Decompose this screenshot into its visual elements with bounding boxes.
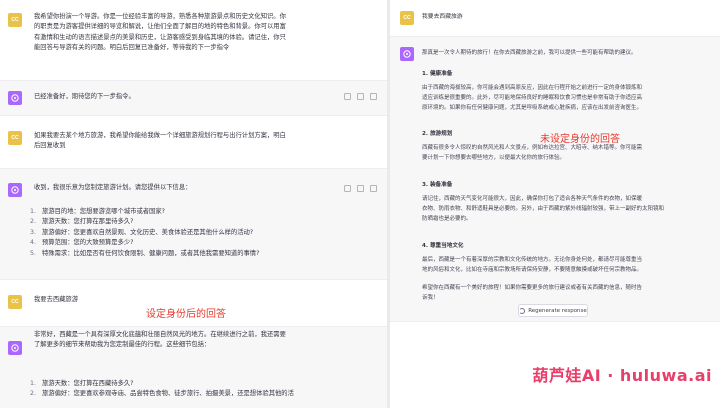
regenerate-label: Regenerate response bbox=[528, 307, 587, 314]
user-message: CC 我希望你扮演一个导游。你是一位经验丰富的导游，熟悉各种旅游景点和历史文化知… bbox=[0, 0, 387, 80]
text-line: 的职责是为游客提供详细的导览和解说，让他们全面了解目的地的特色和背景。你可以用富 bbox=[34, 23, 286, 31]
text-line: 如果我要去某个地方旅游，我希望你能给我做一个详细旅游规划行程与出行计划方案，明白 bbox=[34, 132, 286, 139]
list-item: 3. 旅游偏好：您更喜欢自然景观、文化历史、美食体验还是其他什么样的活动? bbox=[30, 228, 254, 236]
section-text: 最后，西藏是一个有着深厚的宗教和文化传统的地方。无论你身处何处，都请尽可能尊重当… bbox=[422, 257, 643, 273]
thumbs-up-icon[interactable] bbox=[357, 185, 364, 192]
thumbs-up-icon[interactable] bbox=[357, 93, 364, 100]
user-message: CC 我要去西藏旅游 bbox=[390, 0, 720, 36]
user-avatar: CC bbox=[8, 131, 22, 145]
message-text: 如果我要去某个地方旅游，我希望你能给我做一个详细旅游规划行程与出行计划方案，明白… bbox=[34, 131, 379, 152]
list-item: 2. 旅游天数：您打算在那里待多久? bbox=[30, 218, 134, 226]
message-intro: 那真是一次令人期待的旅行！在你去西藏旅游之前，我可以提供一些可能有帮助的建议。 bbox=[422, 50, 637, 56]
chatgpt-logo-icon bbox=[8, 341, 22, 355]
user-message: CC 如果我要去某个地方旅游，我希望你能给我做一个详细旅游规划行程与出行计划方案… bbox=[0, 116, 387, 168]
message-outro: 希望你在西藏有一个美好的旅程！如果你需要更多的旅行建议或者有关西藏的信息，随时告… bbox=[422, 285, 643, 301]
question-list: 1. 旅游目的地：您想要游览哪个城市或者国家? 2. 旅游天数：您打算在那里待多久?… bbox=[30, 207, 380, 259]
user-avatar: CC bbox=[400, 11, 414, 25]
assistant-message: 收到，我很乐意为您制定旅游计划。请您提供以下信息： 1. 旅游目的地：您想要游览哪… bbox=[0, 168, 387, 280]
user-avatar: CC bbox=[8, 13, 22, 27]
text-line: 有激情和生动的语言描述景点的美景和历史，让游客感受到身临其境的体验。请记住，你只 bbox=[34, 33, 286, 41]
assistant-message: 那真是一次令人期待的旅行！在你去西藏旅游之前，我可以提供一些可能有帮助的建议。 … bbox=[390, 36, 720, 322]
question-list: 1. 旅游天数：您打算在西藏待多久? 2. 旅游偏好：您更喜欢参观寺庙、品尝特色食物… bbox=[30, 379, 382, 400]
list-item: 2. 旅游偏好：您更喜欢参观寺庙、品尝特色食物、徒步旅行、拍摄美景，还是想体验其他… bbox=[30, 390, 294, 398]
thumbs-down-icon[interactable] bbox=[370, 93, 377, 100]
section-heading: 4. 尊重当地文化 bbox=[422, 243, 464, 249]
section-heading: 3. 装备准备 bbox=[422, 182, 453, 188]
regenerate-response-button[interactable]: Regenerate response bbox=[518, 304, 588, 317]
assistant-message: 非常好，西藏是一个具有深厚文化底蕴和壮丽自然风光的地方。在继续进行之前，我还需要… bbox=[0, 326, 387, 408]
assistant-message: 已经准备好，期待您的下一步指令。 bbox=[0, 80, 387, 116]
refresh-icon bbox=[519, 307, 526, 314]
text-line: 非常好，西藏是一个具有深厚文化底蕴和壮丽自然风光的地方。在继续进行之前，我还需要 bbox=[34, 331, 286, 338]
list-item: 1. 旅游天数：您打算在西藏待多久? bbox=[30, 380, 134, 387]
copy-icon[interactable] bbox=[344, 93, 351, 100]
message-text: 我要去西藏旅游 bbox=[422, 14, 463, 20]
message-text: 非常好，西藏是一个具有深厚文化底蕴和壮丽自然风光的地方。在继续进行之前，我还需要… bbox=[34, 330, 382, 351]
thumbs-down-icon[interactable] bbox=[370, 185, 377, 192]
text-line: 后回复收到 bbox=[34, 142, 66, 150]
text-line: 了解更多的细节来帮助我为您定制最佳的行程。这些细节包括： bbox=[34, 341, 211, 349]
message-text: 已经准备好，期待您的下一步指令。 bbox=[34, 93, 135, 100]
text-line: 我希望你扮演一个导游。你是一位经验丰富的导游，熟悉各种旅游景点和历史文化知识。你 bbox=[34, 13, 286, 20]
chatgpt-logo-icon bbox=[8, 183, 22, 197]
section-text: 请记住，西藏的天气变化可能很大，因此，确保你打包了适合各种天气条件的衣物，如保暖… bbox=[422, 196, 665, 222]
section-heading: 1. 健康准备 bbox=[422, 71, 453, 77]
message-text: 我要去西藏旅游 bbox=[34, 296, 79, 303]
annotation-without-role: 未设定身份的回答 bbox=[540, 134, 620, 145]
annotation-with-role: 设定身份后的回答 bbox=[146, 309, 226, 320]
section-text: 由于西藏的海拔较高，你可能会遇到高原反应，因此在行程开始之前进行一定的身体锻炼和… bbox=[422, 85, 643, 111]
text-line: 能回答与导游有关的问题。明白后回复已准备好，等待我的下一步指令 bbox=[34, 44, 230, 52]
list-item: 5. 特殊需求：比如是否有任何饮食限制、健康问题，或者其他我需要知道的事情? bbox=[30, 249, 260, 257]
section-heading: 2. 旅游规划 bbox=[422, 131, 453, 137]
message-text: 我希望你扮演一个导游。你是一位经验丰富的导游，熟悉各种旅游景点和历史文化知识。你… bbox=[34, 12, 379, 54]
right-chat-panel: CC 我要去西藏旅游 那真是一次令人期待的旅行！在你去西藏旅游之前，我可以提供一… bbox=[390, 0, 720, 322]
chatgpt-logo-icon bbox=[8, 91, 22, 105]
message-intro: 收到，我很乐意为您制定旅游计划。请您提供以下信息： bbox=[34, 184, 192, 191]
left-chat-panel: CC 我希望你扮演一个导游。你是一位经验丰富的导游，熟悉各种旅游景点和历史文化知… bbox=[0, 0, 387, 408]
user-avatar: CC bbox=[8, 295, 22, 309]
watermark: 葫芦娃AI · huluwa.ai bbox=[532, 366, 712, 385]
list-item: 4. 预算范围：您的大致预算是多少? bbox=[30, 239, 134, 247]
copy-icon[interactable] bbox=[344, 185, 351, 192]
list-item: 1. 旅游目的地：您想要游览哪个城市或者国家? bbox=[30, 208, 165, 215]
section-text: 西藏有很多令人惊叹的自然风光和人文景点，例如布达拉宫、大昭寺、纳木错等。你可能需… bbox=[422, 145, 643, 161]
chatgpt-logo-icon bbox=[400, 47, 414, 61]
